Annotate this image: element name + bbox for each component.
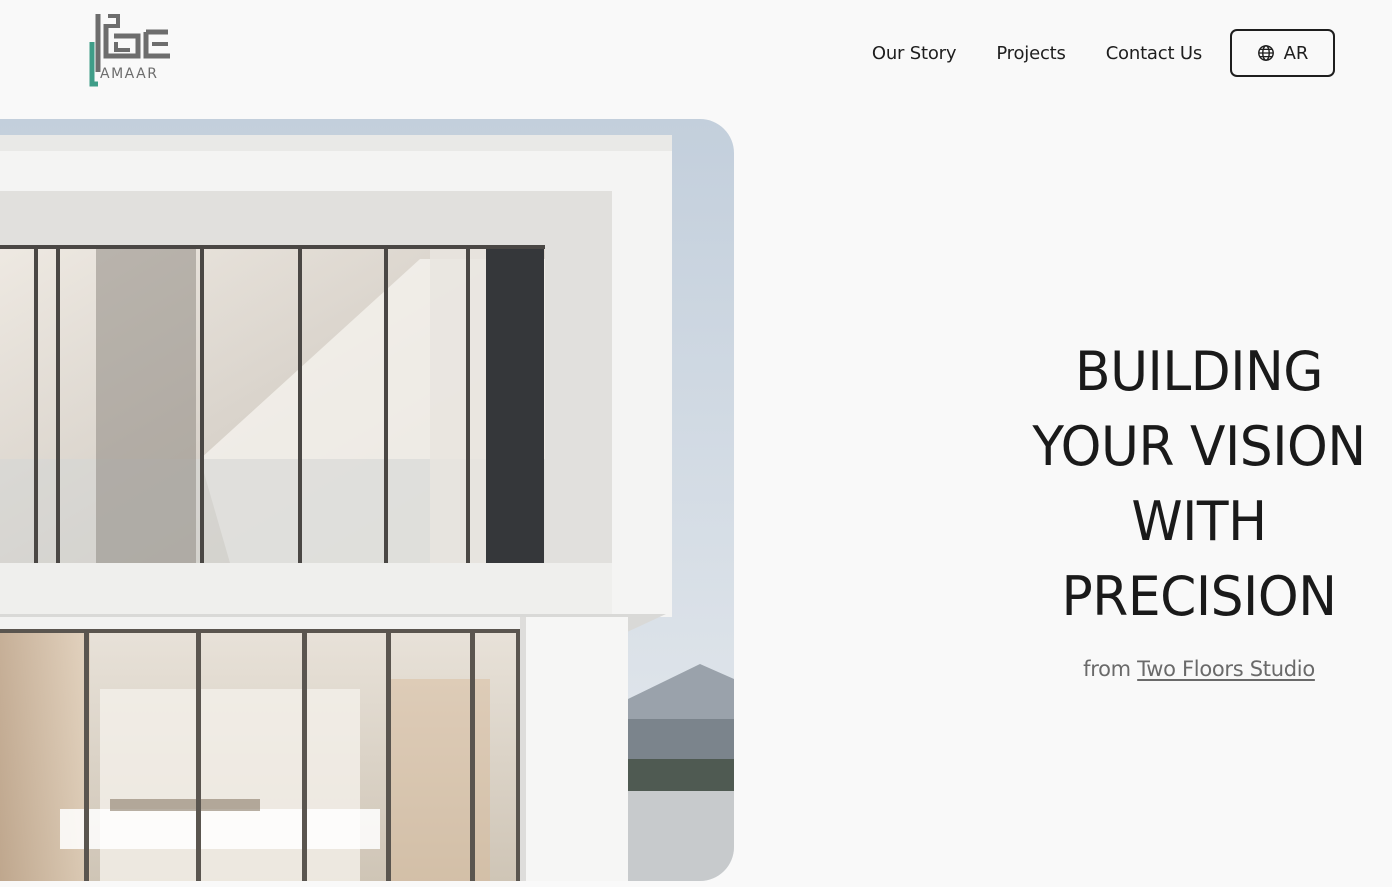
nav-link-our-story[interactable]: Our Story [872, 43, 957, 64]
hero-house-image [0, 119, 734, 881]
hero-headline-line-1: BUILDING [1074, 340, 1323, 403]
page: AMAAR Our Story Projects Contact Us AR B… [0, 0, 1392, 887]
brand-logo[interactable]: AMAAR [84, 12, 180, 88]
hero-subtitle: from Two Floors Studio [1010, 657, 1388, 681]
hero-headline-line-2: YOUR VISION [1032, 415, 1366, 478]
modern-house-illustration [0, 119, 734, 881]
hero-text-block: BUILDING YOUR VISION WITH PRECISION from… [1010, 334, 1388, 681]
hero-subtitle-prefix: from [1083, 657, 1131, 681]
language-switch-button[interactable]: AR [1230, 29, 1335, 77]
hero-headline: BUILDING YOUR VISION WITH PRECISION [1010, 334, 1388, 634]
studio-link[interactable]: Two Floors Studio [1137, 657, 1315, 681]
globe-icon [1257, 45, 1274, 61]
language-button-label: AR [1283, 42, 1309, 64]
hero-headline-line-3: WITH [1131, 490, 1267, 553]
logo-wordmark: AMAAR [100, 66, 159, 82]
nav-link-contact-us[interactable]: Contact Us [1106, 43, 1203, 64]
main-nav: Our Story Projects Contact Us AR [872, 29, 1335, 77]
hero-headline-line-4: PRECISION [1061, 565, 1337, 628]
nav-link-projects[interactable]: Projects [996, 43, 1066, 64]
